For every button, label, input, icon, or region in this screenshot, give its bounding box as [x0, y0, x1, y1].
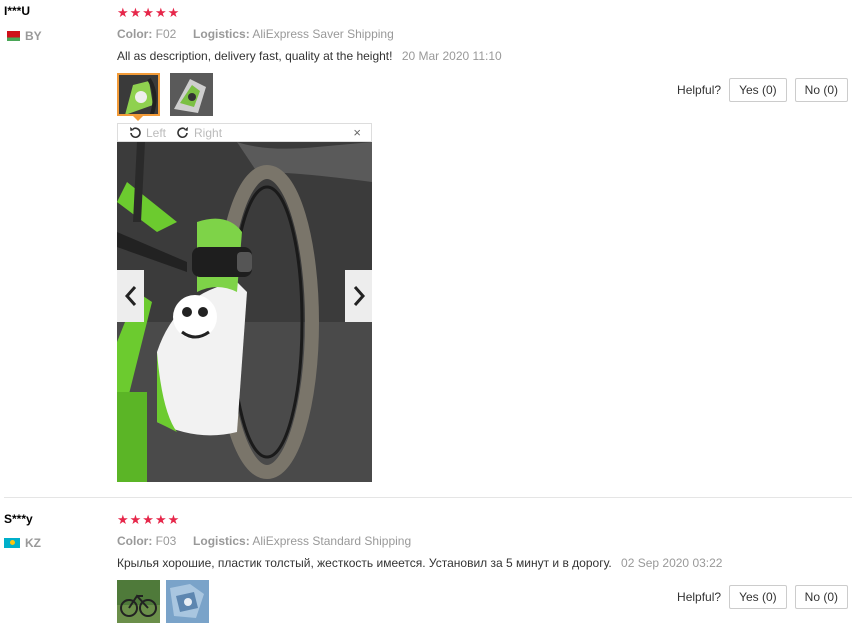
helpful-label: Helpful? — [677, 590, 722, 604]
chevron-left-icon — [124, 286, 136, 306]
review-photo-thumbnail[interactable] — [117, 73, 160, 116]
country-code: KZ — [25, 536, 41, 550]
logistics-value: AliExpress Standard Shipping — [252, 534, 412, 548]
close-viewer-button[interactable]: × — [353, 125, 361, 140]
star-rating: ★★★★★ — [117, 512, 181, 527]
rotate-left-button[interactable]: Left — [128, 126, 166, 140]
reviewer-name: S***y — [4, 512, 33, 526]
color-value: F03 — [155, 534, 177, 548]
fender-photo-thumb-icon — [119, 75, 158, 114]
review-text-line: Крылья хорошие, пластик толстый, жесткос… — [117, 556, 722, 570]
review-meta: Color: F02 Logistics: AliExpress Saver S… — [117, 27, 394, 41]
color-value: F02 — [155, 27, 177, 41]
reviewer-name: I***U — [4, 4, 31, 18]
star-rating: ★★★★★ — [117, 5, 181, 20]
package-photo-thumb-icon — [166, 580, 209, 623]
rotate-right-icon — [177, 126, 189, 138]
helpful-vote: Helpful? Yes (0) No (0) — [677, 585, 848, 609]
rotate-right-label: Right — [194, 125, 223, 140]
review-divider — [4, 497, 852, 498]
belarus-flag-icon — [4, 31, 20, 41]
helpful-yes-button[interactable]: Yes (0) — [729, 78, 787, 102]
review-text: All as description, delivery fast, quali… — [117, 49, 393, 63]
reviewer-country: KZ — [4, 536, 41, 550]
country-code: BY — [25, 29, 42, 43]
review-text-line: All as description, delivery fast, quali… — [117, 49, 502, 63]
review-date: 02 Sep 2020 03:22 — [621, 556, 723, 570]
image-viewer-toolbar: Left Right × — [117, 123, 372, 142]
color-label: Color: — [117, 27, 153, 41]
helpful-no-button[interactable]: No (0) — [794, 585, 848, 609]
active-thumb-caret — [133, 116, 143, 121]
logistics-label: Logistics: — [193, 27, 250, 41]
review-meta: Color: F03 Logistics: AliExpress Standar… — [117, 534, 411, 548]
helpful-no-button[interactable]: No (0) — [794, 78, 848, 102]
chevron-right-icon — [353, 286, 365, 306]
previous-image-button[interactable] — [117, 270, 144, 322]
helpful-yes-button[interactable]: Yes (0) — [729, 585, 787, 609]
review-photo-thumbnail[interactable] — [166, 580, 209, 623]
rotate-right-button[interactable]: Right — [176, 126, 222, 140]
fender-photo-thumb-icon — [170, 73, 213, 116]
logistics-value: AliExpress Saver Shipping — [252, 27, 394, 41]
reviewer-country: BY — [4, 29, 42, 43]
color-label: Color: — [117, 534, 153, 548]
bicycle-fender-photo — [117, 142, 372, 482]
rotate-left-icon — [130, 126, 141, 138]
helpful-label: Helpful? — [677, 83, 722, 97]
helpful-vote: Helpful? Yes (0) No (0) — [677, 78, 848, 102]
review-photo-thumbnail[interactable] — [117, 580, 160, 623]
review-text: Крылья хорошие, пластик толстый, жесткос… — [117, 556, 612, 570]
logistics-label: Logistics: — [193, 534, 250, 548]
review-photo-large — [117, 142, 372, 482]
review-date: 20 Mar 2020 11:10 — [401, 49, 502, 63]
bicycle-photo-thumb-icon — [117, 580, 160, 623]
next-image-button[interactable] — [345, 270, 372, 322]
rotate-left-label: Left — [146, 125, 167, 140]
review-photo-thumbnail[interactable] — [170, 73, 213, 116]
kazakhstan-flag-icon — [4, 538, 20, 548]
